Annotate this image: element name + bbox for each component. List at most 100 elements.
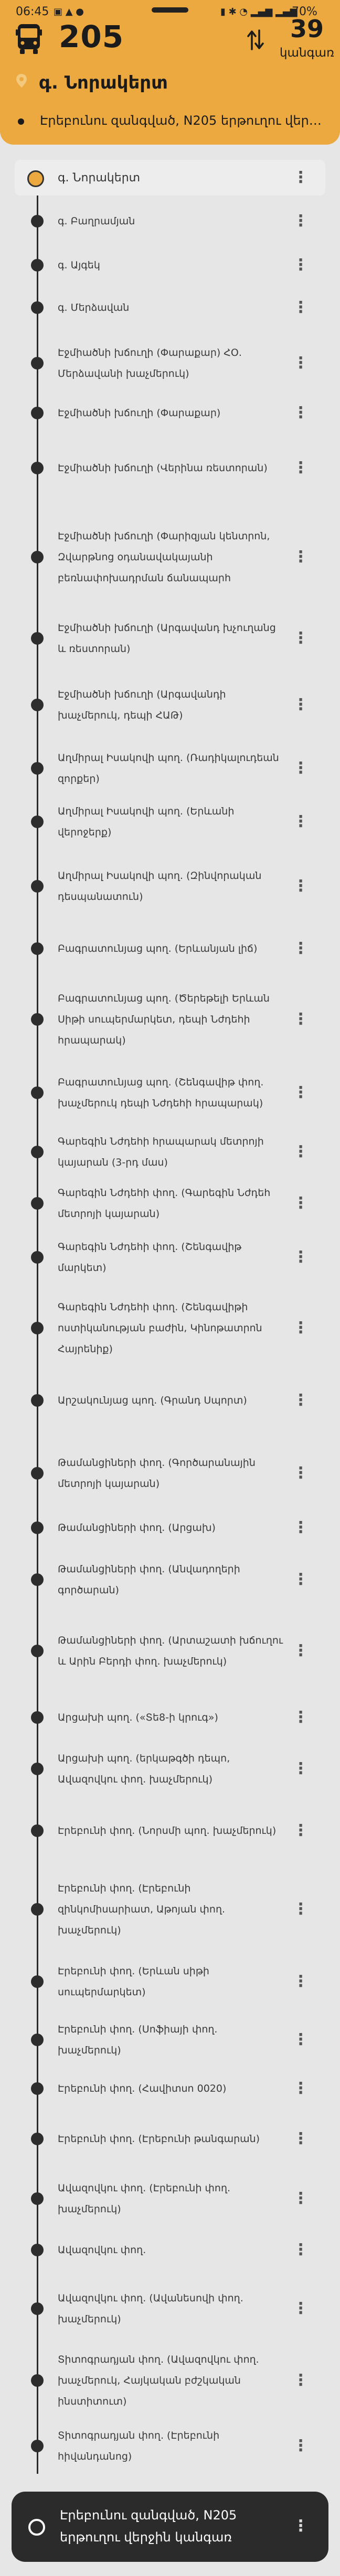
stop-name: գ. Այգեկ: [58, 259, 100, 271]
more-options-icon[interactable]: ⋮: [293, 1821, 309, 1840]
direction-bullet-icon: [18, 118, 24, 125]
stop-name: Էրեբունի փող. (Նորսմի պող. խաչմերուկ): [58, 1825, 277, 1836]
stop-name: Թամանցիների փող. (Արտաշատի խճուղու և Արի…: [58, 1635, 283, 1667]
stop-marker: [31, 2133, 44, 2145]
stop-name: Արցախի պող. (երկաթգծի դեպո, Ավազովկու փո…: [58, 1753, 230, 1785]
more-options-icon[interactable]: ⋮: [293, 939, 309, 958]
more-options-icon[interactable]: ⋮: [293, 1143, 309, 1161]
stop-marker: [31, 1197, 44, 1210]
more-options-icon[interactable]: ⋮: [293, 877, 309, 896]
status-time: 06:45: [16, 5, 49, 18]
more-options-icon[interactable]: ⋮: [293, 1518, 309, 1537]
more-options-icon[interactable]: ⋮: [293, 1248, 309, 1267]
stop-marker: [31, 1763, 44, 1775]
stop-name: Բագրատունյաց պող. (Երևանյան լիճ): [58, 943, 258, 954]
stop-name: Էրեբունու զանգված, N205 երթուղու վերջին …: [60, 2508, 237, 2545]
more-options-icon[interactable]: ⋮: [293, 1708, 309, 1727]
stop-name: Թամանցիների փող. (Անվադողերի գործարան): [58, 1563, 240, 1596]
stop-name: Տիտոգրադյան փող. (Էրեբունի հիվանդանոց): [58, 2430, 220, 2462]
more-options-icon[interactable]: ⋮: [293, 629, 309, 648]
bus-icon[interactable]: [15, 22, 43, 56]
stop-name: Էրեբունի փող. (Էրեբունի զինկոմիսարիատ, Ա…: [58, 1883, 226, 1936]
more-options-icon[interactable]: ⋮: [293, 298, 309, 317]
stop-name: գ. Բաղրամյան: [58, 215, 135, 227]
more-options-icon[interactable]: ⋮: [293, 1319, 309, 1338]
more-options-icon[interactable]: ⋮: [293, 2189, 309, 2208]
route-direction[interactable]: Էրեբունու զանգված, N205 երթուղու վերջի..…: [40, 113, 326, 128]
stop-name: գ. Մերձավան: [58, 302, 130, 313]
more-options-icon[interactable]: ⋮: [293, 459, 309, 477]
stop-marker: [31, 632, 44, 645]
stop-marker: [31, 1251, 44, 1264]
stop-marker: [31, 762, 44, 775]
more-options-icon[interactable]: ⋮: [293, 812, 309, 831]
more-options-icon[interactable]: ⋮: [293, 1570, 309, 1589]
stop-name: Տիտոգրադյան փող. (Ավազովկու փող. խաչմերո…: [58, 2354, 259, 2407]
stop-name: գ. Նորակերտ: [58, 171, 141, 184]
stop-name: Էջմիածնի խճուղի (Վերինա ռեստորան): [58, 462, 268, 474]
camera-notch: [152, 7, 188, 13]
more-options-icon[interactable]: ⋮: [293, 759, 309, 778]
more-options-icon[interactable]: ⋮: [293, 2517, 309, 2536]
swap-direction-icon[interactable]: [247, 28, 264, 51]
stop-marker: [31, 2374, 44, 2387]
more-options-icon[interactable]: ⋮: [293, 354, 309, 373]
stop-marker: [31, 1086, 44, 1099]
stop-marker: [31, 1013, 44, 1026]
stop-marker: [31, 2192, 44, 2205]
location-pin-icon: [16, 74, 27, 88]
more-options-icon[interactable]: ⋮: [293, 2299, 309, 2318]
stop-marker: [31, 551, 44, 563]
stop-marker: [31, 2440, 44, 2452]
more-options-icon[interactable]: ⋮: [293, 1194, 309, 1213]
status-notification-icons: ▣ ▲ ●: [54, 6, 84, 17]
more-options-icon[interactable]: ⋮: [293, 1900, 309, 1919]
stop-marker: [31, 2034, 44, 2046]
stop-name: Թամանցիների փող. (Գործարանային մետրոյի կ…: [58, 1457, 256, 1490]
more-options-icon[interactable]: ⋮: [293, 168, 309, 187]
stop-name: Էրեբունի փող. (Էրեբունի թանգարան): [58, 2133, 260, 2145]
stop-marker: [31, 2302, 44, 2315]
stop-marker: [31, 1322, 44, 1334]
stop-marker: [31, 1975, 44, 1988]
stop-name: Բագրատունյաց պող. (Շենգավիթ փող. խաչմերո…: [58, 1077, 264, 1109]
stop-marker: [31, 1824, 44, 1837]
more-options-icon[interactable]: ⋮: [293, 695, 309, 714]
stop-marker: [31, 357, 44, 369]
more-options-icon[interactable]: ⋮: [293, 404, 309, 422]
stop-name: Արշակունյաց պող. (Գրանդ Սպորտ): [58, 1395, 247, 1406]
more-options-icon[interactable]: ⋮: [293, 1083, 309, 1102]
stop-marker: [31, 1394, 44, 1407]
more-options-icon[interactable]: ⋮: [293, 2129, 309, 2148]
more-options-icon[interactable]: ⋮: [293, 1391, 309, 1410]
stop-marker: [31, 1146, 44, 1158]
stop-name: Էջմիածնի խճուղի (Արգավանդ խչուղանց և ռես…: [58, 622, 276, 655]
more-options-icon[interactable]: ⋮: [293, 256, 309, 275]
stop-name: Էրեբունի փող. (Սոֆիայի փող. խաչմերուկ): [58, 2024, 218, 2056]
more-options-icon[interactable]: ⋮: [293, 2079, 309, 2098]
more-options-icon[interactable]: ⋮: [293, 212, 309, 231]
stop-name: Էջմիածնի խճուղի (Փարիզյան կենտրոն, Զվարթ…: [58, 530, 270, 584]
stop-marker: [31, 215, 44, 227]
more-options-icon[interactable]: ⋮: [293, 1972, 309, 1991]
stop-name: Ավազովկու փող. (Ավանեսովի փող. խաչմերուկ…: [58, 2292, 243, 2325]
stop-name: Էջմիածնի խճուղի (Փարաքար) ՀՕ. Մերձավանի …: [58, 347, 242, 379]
stop-marker: [31, 942, 44, 955]
more-options-icon[interactable]: ⋮: [293, 1642, 309, 1660]
stop-name: Էջմիածնի խճուղի (Փարաքար): [58, 407, 221, 419]
more-options-icon[interactable]: ⋮: [293, 1010, 309, 1029]
stop-name: Էրեբունի փող. (Հավիտսո 0020): [58, 2083, 227, 2094]
more-options-icon[interactable]: ⋮: [293, 2371, 309, 2390]
stop-name: Գարեգին Նժդեհի փող. (Շենգավիթ մարկետ): [58, 1241, 242, 1274]
more-options-icon[interactable]: ⋮: [293, 2437, 309, 2455]
stop-name: Էջմիածնի խճուղի (Արգավանդի խաչմերուկ, դե…: [58, 689, 226, 721]
more-options-icon[interactable]: ⋮: [293, 2030, 309, 2049]
selected-stop-title[interactable]: գ. Նորակերտ: [39, 72, 168, 93]
stop-name: Աղմիրալ Իսակովի պող. (Երևանի վերոջերք): [58, 806, 235, 838]
more-options-icon[interactable]: ⋮: [293, 1464, 309, 1483]
more-options-icon[interactable]: ⋮: [293, 1759, 309, 1778]
final-stop-marker: [28, 2519, 45, 2536]
more-options-icon[interactable]: ⋮: [293, 2241, 309, 2259]
more-options-icon[interactable]: ⋮: [293, 548, 309, 567]
stop-marker: [31, 301, 44, 314]
